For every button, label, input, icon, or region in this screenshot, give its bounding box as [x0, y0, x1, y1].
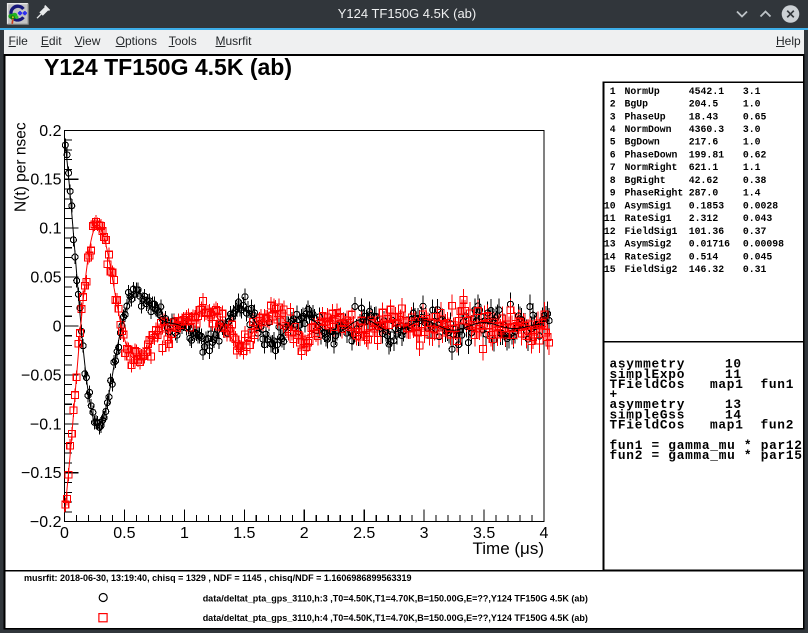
svg-text:0: 0 — [60, 525, 69, 542]
svg-text:NormRight: NormRight — [625, 162, 678, 173]
svg-text:−0.1: −0.1 — [30, 416, 62, 433]
svg-text:0.65: 0.65 — [743, 111, 767, 122]
svg-text:FieldSig1: FieldSig1 — [625, 226, 678, 237]
svg-text:199.81: 199.81 — [689, 149, 724, 160]
svg-text:0.514: 0.514 — [689, 251, 719, 262]
svg-text:musrfit: 2018-06-30, 13:19:40,: musrfit: 2018-06-30, 13:19:40, chisq = 1… — [24, 573, 411, 583]
svg-text:4542.1: 4542.1 — [689, 86, 724, 97]
svg-text:15: 15 — [604, 264, 616, 275]
svg-text:0.15: 0.15 — [30, 172, 61, 189]
svg-text:fun2: fun2 — [761, 418, 795, 433]
svg-text:0.2: 0.2 — [39, 123, 61, 140]
svg-text:TFieldCos: TFieldCos — [610, 418, 686, 433]
svg-text:4360.3: 4360.3 — [689, 124, 724, 135]
svg-text:9: 9 — [610, 188, 616, 199]
svg-text:18.43: 18.43 — [689, 111, 719, 122]
svg-text:data/deltat_pta_gps_3110,h:3 ,: data/deltat_pta_gps_3110,h:3 ,T0=4.50K,T… — [203, 594, 588, 604]
svg-text:0.043: 0.043 — [743, 213, 773, 224]
svg-text:NormUp: NormUp — [625, 86, 660, 97]
svg-text:PhaseUp: PhaseUp — [625, 111, 666, 122]
svg-text:0.1: 0.1 — [39, 221, 61, 238]
svg-text:TFieldCos: TFieldCos — [610, 377, 686, 392]
svg-text:2.312: 2.312 — [689, 213, 719, 224]
svg-text:PhaseDown: PhaseDown — [625, 149, 678, 160]
svg-text:0.01716: 0.01716 — [689, 239, 730, 250]
svg-text:12: 12 — [604, 226, 616, 237]
svg-text:0.05: 0.05 — [30, 270, 61, 287]
svg-text:3.0: 3.0 — [743, 124, 761, 135]
svg-text:4: 4 — [610, 124, 616, 135]
svg-text:0.0028: 0.0028 — [743, 200, 778, 211]
svg-text:42.62: 42.62 — [689, 175, 719, 186]
svg-text:101.36: 101.36 — [689, 226, 724, 237]
svg-text:RateSig2: RateSig2 — [625, 251, 672, 262]
svg-text:2: 2 — [300, 525, 309, 542]
svg-text:13: 13 — [604, 239, 616, 250]
svg-text:PhaseRight: PhaseRight — [625, 188, 684, 199]
svg-text:11: 11 — [604, 213, 616, 224]
svg-text:5: 5 — [610, 137, 616, 148]
svg-text:8: 8 — [610, 175, 616, 186]
svg-text:NormDown: NormDown — [625, 124, 672, 135]
svg-text:217.6: 217.6 — [689, 137, 719, 148]
svg-text:0.37: 0.37 — [743, 226, 767, 237]
svg-text:BgRight: BgRight — [625, 175, 666, 186]
svg-text:1: 1 — [610, 86, 616, 97]
svg-text:BgDown: BgDown — [625, 137, 660, 148]
svg-text:0.045: 0.045 — [743, 251, 773, 262]
svg-text:AsymSig2: AsymSig2 — [625, 239, 672, 250]
svg-text:Y124 TF150G 4.5K (ab): Y124 TF150G 4.5K (ab) — [44, 54, 292, 80]
svg-text:3: 3 — [610, 111, 616, 122]
svg-text:3: 3 — [420, 525, 429, 542]
svg-text:fun2 = gamma_mu * par15: fun2 = gamma_mu * par15 — [610, 448, 803, 463]
svg-text:−0.2: −0.2 — [30, 514, 62, 531]
svg-text:204.5: 204.5 — [689, 99, 719, 110]
svg-text:7: 7 — [610, 162, 616, 173]
svg-text:0.62: 0.62 — [743, 149, 767, 160]
svg-text:10: 10 — [604, 200, 616, 211]
svg-text:FieldSig2: FieldSig2 — [625, 264, 678, 275]
svg-text:RateSig1: RateSig1 — [625, 213, 672, 224]
svg-text:0.5: 0.5 — [113, 525, 135, 542]
svg-text:map1: map1 — [710, 377, 744, 392]
svg-text:621.1: 621.1 — [689, 162, 719, 173]
svg-text:data/deltat_pta_gps_3110,h:4 ,: data/deltat_pta_gps_3110,h:4 ,T0=4.50K,T… — [203, 613, 588, 623]
svg-text:0.1853: 0.1853 — [689, 200, 724, 211]
svg-text:0.31: 0.31 — [743, 264, 767, 275]
svg-text:1.0: 1.0 — [743, 99, 761, 110]
svg-text:0.38: 0.38 — [743, 175, 767, 186]
svg-text:6: 6 — [610, 149, 616, 160]
svg-text:2: 2 — [610, 99, 616, 110]
svg-text:287.0: 287.0 — [689, 188, 719, 199]
svg-text:−0.15: −0.15 — [21, 465, 62, 482]
svg-text:−0.05: −0.05 — [21, 367, 62, 384]
svg-text:0.00098: 0.00098 — [743, 239, 784, 250]
svg-text:map1: map1 — [710, 418, 744, 433]
svg-text:2.5: 2.5 — [353, 525, 375, 542]
svg-text:AsymSig1: AsymSig1 — [625, 200, 672, 211]
svg-text:14: 14 — [604, 251, 616, 262]
svg-text:BgUp: BgUp — [625, 99, 649, 110]
svg-text:fun1: fun1 — [761, 377, 795, 392]
svg-text:146.32: 146.32 — [689, 264, 724, 275]
svg-text:1.1: 1.1 — [743, 162, 761, 173]
svg-text:1.5: 1.5 — [233, 525, 255, 542]
svg-text:N(t) per nsec: N(t) per nsec — [13, 122, 30, 212]
svg-text:1: 1 — [180, 525, 189, 542]
svg-text:0: 0 — [53, 319, 62, 336]
svg-text:1.4: 1.4 — [743, 188, 761, 199]
svg-text:3.1: 3.1 — [743, 86, 761, 97]
svg-text:1.0: 1.0 — [743, 137, 761, 148]
svg-text:Time (μs): Time (μs) — [473, 539, 545, 558]
